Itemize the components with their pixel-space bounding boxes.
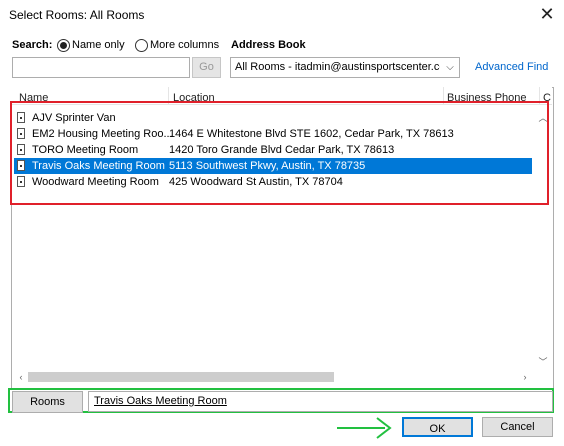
- name-only-radio[interactable]: [57, 39, 70, 52]
- title-bar: Select Rooms: All Rooms ✕: [0, 0, 564, 30]
- search-input[interactable]: [12, 57, 190, 78]
- search-label: Search:: [12, 39, 53, 51]
- rooms-button[interactable]: Rooms: [12, 391, 83, 413]
- rooms-field-value: Travis Oaks Meeting Room: [94, 395, 227, 407]
- go-button[interactable]: Go: [192, 57, 221, 78]
- address-book-label: Address Book: [231, 39, 306, 51]
- advanced-find-link[interactable]: Advanced Find: [475, 61, 548, 73]
- horizontal-scrollbar[interactable]: ‹ ›: [14, 370, 532, 384]
- scroll-right-icon[interactable]: ›: [518, 370, 532, 384]
- scroll-left-icon[interactable]: ‹: [14, 370, 28, 384]
- address-book-select[interactable]: All Rooms - itadmin@austinsportscenter.c…: [230, 57, 460, 78]
- scroll-thumb[interactable]: [28, 372, 334, 382]
- cancel-button[interactable]: Cancel: [482, 417, 553, 437]
- name-only-label[interactable]: Name only: [72, 39, 125, 51]
- address-book-selected: All Rooms - itadmin@austinsportscenter.c…: [235, 61, 440, 73]
- highlight-box: [10, 101, 549, 205]
- more-columns-radio[interactable]: [135, 39, 148, 52]
- window-title: Select Rooms: All Rooms: [9, 8, 145, 22]
- more-columns-label[interactable]: More columns: [150, 39, 219, 51]
- chevron-down-icon[interactable]: ⌵: [444, 58, 456, 77]
- ok-button[interactable]: OK: [402, 417, 473, 437]
- arrow-annotation-icon: [337, 417, 392, 439]
- scroll-down-icon[interactable]: ﹀: [536, 355, 550, 369]
- close-icon[interactable]: ✕: [536, 3, 558, 25]
- rooms-field[interactable]: Travis Oaks Meeting Room: [88, 391, 553, 412]
